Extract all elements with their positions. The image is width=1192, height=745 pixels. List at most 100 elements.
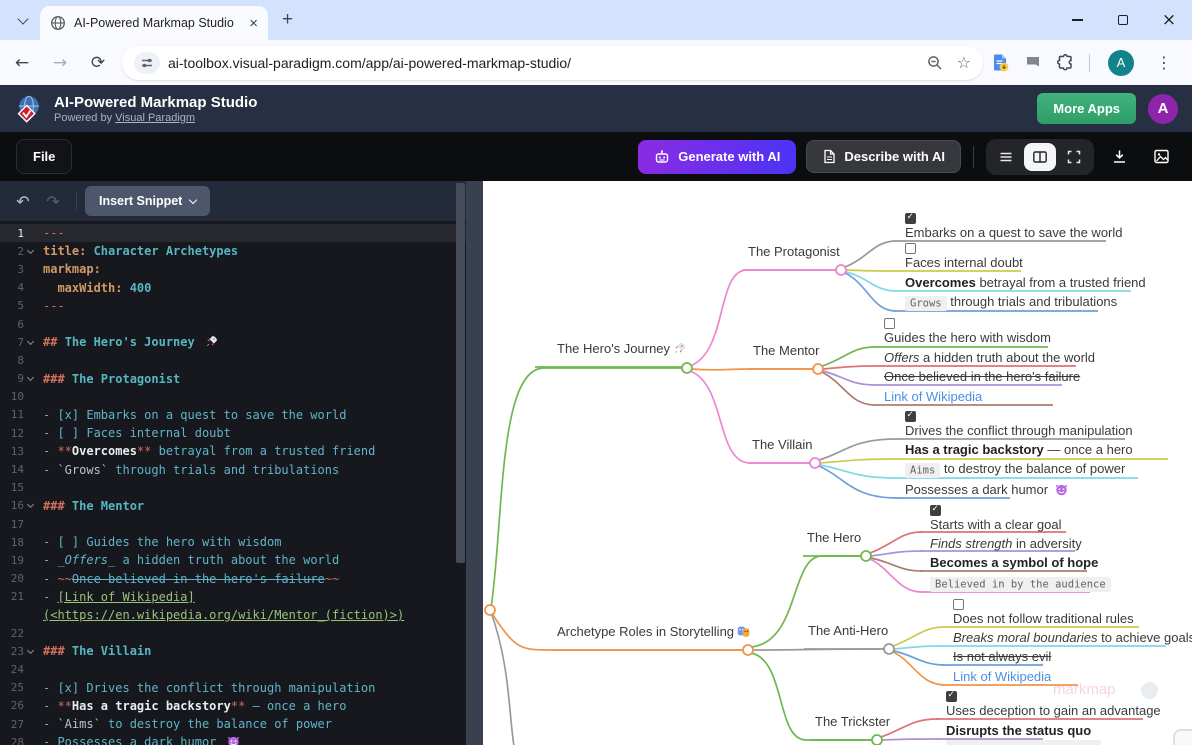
app-title: AI-Powered Markmap Studio (54, 94, 257, 112)
fold-toggle[interactable] (24, 250, 37, 253)
node-circle[interactable] (884, 644, 894, 654)
line-content: - [Link of Wikipedia] (43, 590, 195, 604)
leaf-text: Once believed in the hero's failure (884, 369, 1080, 384)
leaf-text: to achieve goals (1098, 630, 1192, 645)
undo-button[interactable]: ↶ (8, 192, 38, 211)
node-circle[interactable] (682, 363, 692, 373)
editor-line: 6 (0, 315, 466, 333)
mindmap-link (845, 273, 896, 311)
file-menu-button[interactable]: File (16, 139, 72, 174)
mindmap-node-label[interactable]: Archetype Roles in Storytelling (557, 624, 750, 639)
checkbox-unchecked[interactable] (905, 243, 916, 254)
editor-view-button[interactable] (990, 143, 1022, 171)
markmap-brand-corner[interactable] (1173, 729, 1192, 745)
node-circle[interactable] (861, 551, 871, 561)
checkbox-checked[interactable] (905, 213, 916, 224)
line-number: 22 (0, 627, 24, 640)
fold-toggle[interactable] (24, 341, 37, 344)
export-image-button[interactable] (1144, 142, 1178, 172)
mindmap-node-label[interactable]: The Hero (807, 530, 861, 545)
forward-button[interactable]: → (44, 47, 76, 79)
generate-with-ai-button[interactable]: Generate with AI (638, 140, 796, 174)
app-title-block: AI-Powered Markmap Studio Powered by Vis… (54, 94, 257, 124)
browser-tab[interactable]: AI-Powered Markmap Studio × (40, 6, 268, 40)
checkbox-checked[interactable] (905, 411, 916, 422)
fold-toggle[interactable] (24, 650, 37, 653)
address-bar[interactable]: ai-toolbox.visual-paradigm.com/app/ai-po… (122, 46, 983, 80)
reload-button[interactable]: ⟳ (82, 47, 114, 79)
browser-menu-icon[interactable]: ⋮ (1156, 53, 1172, 72)
mindmap-canvas[interactable]: The Hero's Journey The Protagonist The Men… (483, 181, 1192, 745)
fold-toggle[interactable] (24, 377, 37, 380)
maximize-button[interactable] (1100, 0, 1146, 40)
pane-divider[interactable] (466, 181, 483, 745)
app-header: AI-Powered Markmap Studio Powered by Vis… (0, 85, 1192, 132)
editor-line: 1--- (0, 224, 466, 242)
mindmap-link (491, 612, 516, 745)
masks-emoji (737, 625, 750, 638)
minimize-button[interactable] (1054, 0, 1100, 40)
redo-button[interactable]: ↷ (38, 192, 68, 211)
site-info-button[interactable] (134, 52, 160, 74)
chevron-down-icon (27, 374, 34, 381)
editor-line: 4 maxWidth: 400 (0, 279, 466, 297)
line-content: (<https://en.wikipedia.org/wiki/Mentor_(… (43, 608, 404, 622)
doc-download-extension-icon[interactable] (991, 53, 1010, 72)
label-extension-icon[interactable] (1024, 54, 1042, 72)
line-number: 1 (0, 227, 24, 240)
visual-paradigm-link[interactable]: Visual Paradigm (115, 112, 195, 124)
mindmap-link (870, 559, 922, 592)
zoom-out-icon[interactable] (927, 55, 943, 71)
node-circle[interactable] (872, 735, 882, 745)
visual-paradigm-logo (14, 94, 44, 124)
bookmark-star-icon[interactable]: ☆ (957, 53, 971, 72)
fold-toggle[interactable] (24, 504, 37, 507)
node-circle[interactable] (743, 645, 753, 655)
code-editor[interactable]: 1---2title: Character Archetypes3markmap… (0, 221, 466, 745)
mindmap-node-label[interactable]: The Anti-Hero (808, 623, 888, 638)
mindmap-link (893, 627, 945, 646)
chevron-down-icon (27, 338, 34, 345)
leaf-text: in adversity (1012, 536, 1081, 551)
root-node-circle[interactable] (485, 605, 495, 615)
node-circle[interactable] (836, 265, 846, 275)
extensions-puzzle-icon[interactable] (1056, 53, 1075, 72)
line-number: 5 (0, 299, 24, 312)
node-circle[interactable] (810, 458, 820, 468)
checkbox-checked[interactable] (930, 505, 941, 516)
download-button[interactable] (1102, 142, 1136, 172)
mindmap-node-label[interactable]: The Trickster (815, 714, 890, 729)
checkbox-unchecked[interactable] (953, 599, 964, 610)
checkbox-checked[interactable] (946, 691, 957, 702)
line-content: - _Offers_ a hidden truth about the worl… (43, 553, 339, 567)
line-content: --- (43, 299, 65, 313)
mindmap-node-label[interactable]: The Hero's Journey (557, 341, 686, 356)
more-apps-button[interactable]: More Apps (1037, 93, 1136, 124)
wikipedia-link[interactable]: Link of Wikipedia (884, 389, 982, 404)
editor-scrollbar[interactable] (456, 183, 465, 563)
image-icon (1153, 148, 1170, 165)
close-button[interactable]: × (1146, 0, 1192, 40)
wikipedia-link[interactable]: Link of Wikipedia (953, 669, 1051, 684)
browser-toolbar: ← → ⟳ ai-toolbox.visual-paradigm.com/app… (0, 40, 1192, 85)
tab-close-icon[interactable]: × (249, 16, 258, 31)
back-button[interactable]: ← (6, 47, 38, 79)
line-number: 25 (0, 681, 24, 694)
app-window: AI-Powered Markmap Studio × + × ← → ⟳ ai… (0, 0, 1192, 745)
tab-search-button[interactable] (10, 8, 36, 34)
split-view-button[interactable] (1024, 143, 1056, 171)
editor-line: 28- Possesses a dark humor (0, 733, 466, 745)
mindmap-node-label[interactable]: The Mentor (753, 343, 819, 358)
editor-line: (<https://en.wikipedia.org/wiki/Mentor_(… (0, 606, 466, 624)
insert-snippet-button[interactable]: Insert Snippet (85, 186, 210, 216)
user-avatar[interactable]: A (1148, 94, 1178, 124)
fullscreen-view-button[interactable] (1058, 143, 1090, 171)
node-circle[interactable] (813, 364, 823, 374)
describe-with-ai-button[interactable]: Describe with AI (806, 140, 961, 173)
new-tab-button[interactable]: + (282, 9, 293, 31)
checkbox-unchecked[interactable] (884, 318, 895, 329)
browser-profile-avatar[interactable]: A (1108, 50, 1134, 76)
mindmap-node-label[interactable]: The Protagonist (748, 244, 840, 259)
line-number: 15 (0, 481, 24, 494)
mindmap-node-label[interactable]: The Villain (752, 437, 812, 452)
